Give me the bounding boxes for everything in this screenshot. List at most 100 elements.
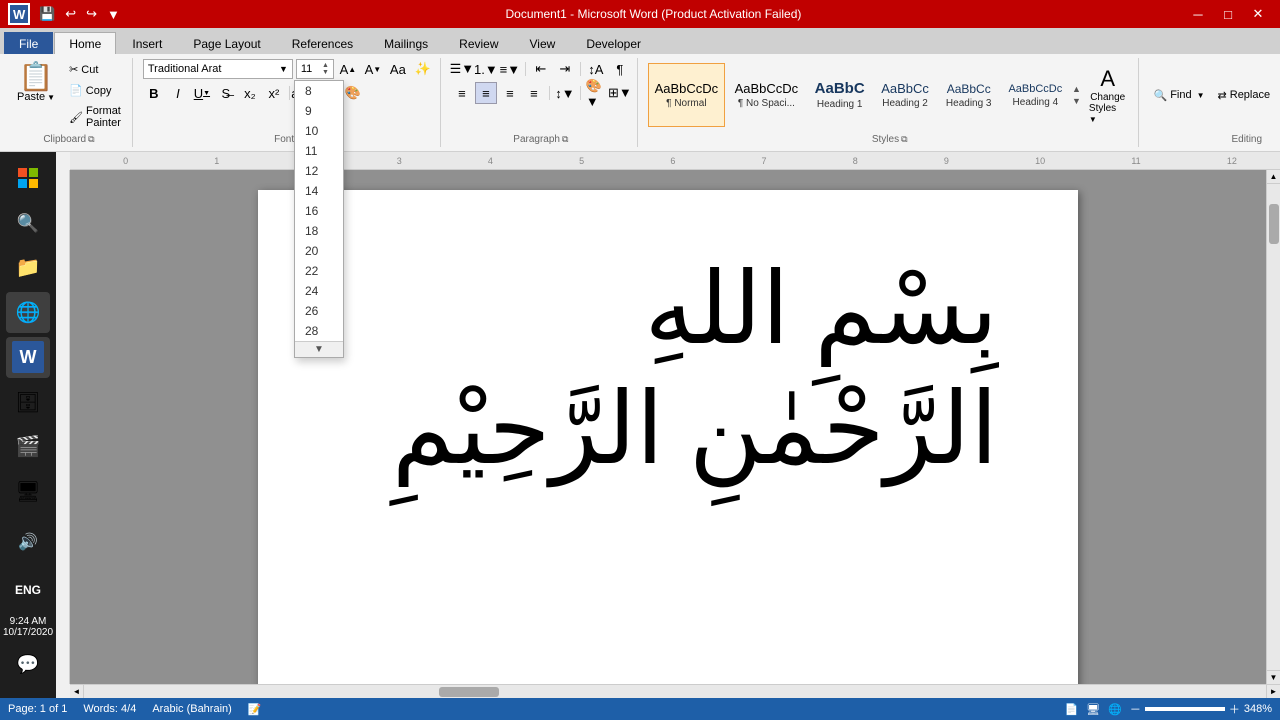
style-normal[interactable]: AaBbCcDc ¶ Normal [648, 63, 725, 127]
justify-btn[interactable]: ≡ [523, 82, 545, 104]
minimize-btn[interactable]: ─ [1184, 4, 1212, 24]
styles-expand[interactable]: ⧉ [901, 134, 907, 145]
tab-developer[interactable]: Developer [571, 32, 656, 54]
subscript-btn[interactable]: x₂ [239, 82, 261, 104]
fontsize-22[interactable]: 22 [295, 261, 343, 281]
tab-view[interactable]: View [515, 32, 571, 54]
maximize-btn[interactable]: □ [1214, 4, 1242, 24]
scrollbar-vertical[interactable]: ▲ ▼ [1266, 170, 1280, 684]
view-normal-btn[interactable]: 📄 [1064, 703, 1078, 716]
bullets-btn[interactable]: ☰▼ [451, 58, 473, 80]
fontsize-scroll-btn[interactable]: ▼ [295, 341, 343, 357]
style-heading4[interactable]: AaBbCcDc Heading 4 [1002, 63, 1069, 127]
paragraph-expand[interactable]: ⧉ [562, 134, 568, 145]
taskbar-explorer[interactable]: 📁 [6, 248, 50, 289]
tab-mailings[interactable]: Mailings [369, 32, 443, 54]
fontsize-24[interactable]: 24 [295, 281, 343, 301]
grow-font-btn[interactable]: A▲ [337, 58, 359, 80]
superscript-btn[interactable]: x² [263, 82, 285, 104]
tab-references[interactable]: References [277, 32, 368, 54]
scroll-right-btn[interactable]: ► [1266, 685, 1280, 699]
change-styles-btn[interactable]: A Change Styles ▼ [1084, 63, 1132, 128]
cut-button[interactable]: ✂ Cut [64, 60, 126, 79]
align-right-btn[interactable]: ≡ [499, 82, 521, 104]
scrollbar-horizontal[interactable]: ◄ ► [70, 684, 1280, 698]
underline-btn[interactable]: U▼ [191, 82, 213, 104]
close-btn[interactable]: ✕ [1244, 4, 1272, 24]
fontsize-18[interactable]: 18 [295, 221, 343, 241]
text-effects-btn[interactable]: ✨ [412, 58, 434, 80]
fontsize-10[interactable]: 10 [295, 121, 343, 141]
fontsize-28[interactable]: 28 [295, 321, 343, 341]
shrink-font-btn[interactable]: A▼ [362, 58, 384, 80]
format-painter-button[interactable]: 🖌 Format Painter [64, 102, 126, 132]
zoom-out-btn[interactable]: － [1130, 701, 1141, 717]
taskbar-language[interactable]: ENG [6, 568, 50, 612]
replace-btn[interactable]: ⇄ Replace [1213, 86, 1276, 105]
style-no-spacing[interactable]: AaBbCcDc ¶ No Spaci... [728, 63, 805, 127]
italic-btn[interactable]: I [167, 82, 189, 104]
redo-btn[interactable]: ↪ [83, 4, 100, 24]
qat-extra[interactable]: ▼ [104, 5, 123, 24]
align-center-btn[interactable]: ≡ [475, 82, 497, 104]
fontsize-16[interactable]: 16 [295, 201, 343, 221]
taskbar-search[interactable]: 🔍 [6, 203, 50, 244]
fontsize-20[interactable]: 20 [295, 241, 343, 261]
zoom-level[interactable]: 348% [1244, 703, 1272, 715]
copy-button[interactable]: 📄 Copy [64, 81, 126, 100]
fontsize-8[interactable]: 8 [295, 81, 343, 101]
scroll-up-btn[interactable]: ▲ [1267, 170, 1280, 184]
taskbar-word[interactable]: W [6, 337, 50, 378]
taskbar-start[interactable] [6, 158, 50, 199]
scroll-down-btn[interactable]: ▼ [1267, 670, 1280, 684]
tab-insert[interactable]: Insert [117, 32, 177, 54]
tab-review[interactable]: Review [444, 32, 513, 54]
show-formatting-btn[interactable]: ¶ [609, 58, 631, 80]
document-canvas[interactable]: بِسْمِ اللهِ الرَّحْمٰنِ الرَّحِيْمِ [70, 170, 1266, 684]
increase-indent-btn[interactable]: ⇥ [554, 58, 576, 80]
fontsize-26[interactable]: 26 [295, 301, 343, 321]
line-spacing-btn[interactable]: ↕▼ [554, 82, 576, 104]
taskbar-edge[interactable]: 🌐 [6, 292, 50, 333]
tab-file[interactable]: File [4, 32, 53, 54]
taskbar-file-manager[interactable]: 🗄 [6, 382, 50, 423]
font-name-selector[interactable]: Traditional Arat ▼ [143, 59, 293, 79]
shading-btn[interactable]: 🎨 [342, 82, 364, 104]
fontsize-9[interactable]: 9 [295, 101, 343, 121]
font-size-selector[interactable]: 11 ▲ ▼ [296, 59, 334, 79]
save-qat-btn[interactable]: 💾 [36, 4, 58, 24]
taskbar-clock[interactable]: 9:24 AM 10/17/2020 [3, 616, 53, 638]
view-web-btn[interactable]: 🌐 [1108, 703, 1122, 716]
undo-btn[interactable]: ↩ [62, 4, 79, 24]
clipboard-expand[interactable]: ⧉ [88, 134, 94, 145]
multilevel-btn[interactable]: ≡▼ [499, 58, 521, 80]
clear-formatting-btn[interactable]: Aa [387, 58, 409, 80]
paste-button[interactable]: 📋 Paste ▼ [12, 60, 60, 106]
decrease-indent-btn[interactable]: ⇤ [530, 58, 552, 80]
fontsize-11[interactable]: 11 [295, 141, 343, 161]
style-heading3[interactable]: AaBbCc Heading 3 [939, 63, 999, 127]
zoom-in-btn[interactable]: ＋ [1229, 701, 1240, 717]
taskbar-notifications[interactable]: 💬 [6, 642, 50, 686]
scroll-thumb-h[interactable] [439, 687, 499, 697]
tab-pagelayout[interactable]: Page Layout [178, 32, 275, 54]
fontsize-14[interactable]: 14 [295, 181, 343, 201]
style-heading1[interactable]: AaBbC Heading 1 [808, 63, 872, 127]
view-layout-btn[interactable]: 🖥 [1086, 703, 1100, 716]
strikethrough-btn[interactable]: S̶ [215, 82, 237, 104]
fontsize-12[interactable]: 12 [295, 161, 343, 181]
taskbar-monitor[interactable]: 🖥 [6, 471, 50, 512]
language-indicator[interactable]: Arabic (Bahrain) [152, 703, 231, 715]
border-btn[interactable]: ⊞▼ [609, 82, 631, 104]
zoom-slider[interactable] [1145, 707, 1225, 711]
find-btn[interactable]: 🔍 Find ▼ [1149, 86, 1210, 105]
bold-btn[interactable]: B [143, 82, 165, 104]
taskbar-volume[interactable]: 🔊 [6, 520, 50, 564]
numbering-btn[interactable]: 1.▼ [475, 58, 497, 80]
taskbar-premiere[interactable]: 🎬 [6, 427, 50, 468]
styles-scroll-down[interactable]: ▼ [1072, 96, 1081, 106]
align-left-btn[interactable]: ≡ [451, 82, 473, 104]
font-size-down[interactable]: ▼ [322, 69, 329, 76]
styles-scroll-up[interactable]: ▲ [1072, 84, 1081, 94]
shading-para-btn[interactable]: 🎨▼ [585, 82, 607, 104]
